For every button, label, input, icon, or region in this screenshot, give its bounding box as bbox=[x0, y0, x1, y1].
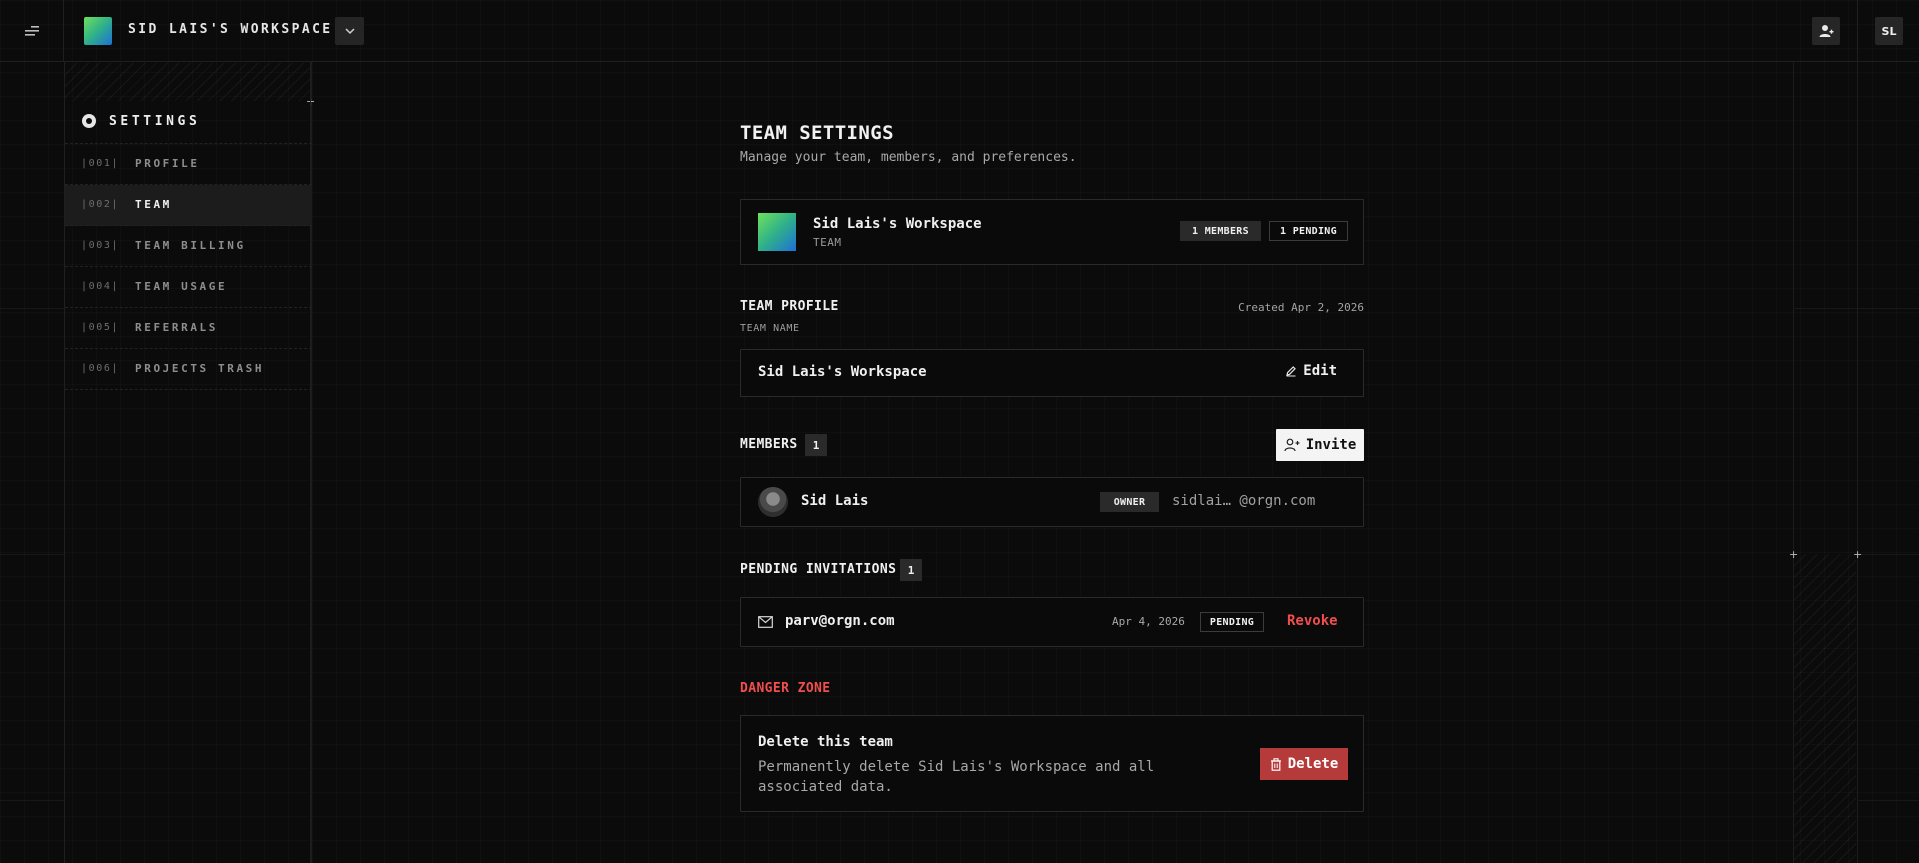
delete-team-card: Delete this team Permanently delete Sid … bbox=[740, 715, 1364, 812]
sidebar-item-number: |001| bbox=[81, 158, 120, 169]
workspace-card-name: Sid Lais's Workspace bbox=[813, 216, 982, 232]
sidebar-item-projects-trash[interactable]: |006| PROJECTS TRASH bbox=[65, 349, 312, 390]
sidebar-item-number: |003| bbox=[81, 240, 120, 251]
delete-label: Delete bbox=[1287, 756, 1339, 772]
menu-icon bbox=[24, 26, 39, 36]
workspace-logo bbox=[84, 17, 112, 45]
sidebar-item-number: |004| bbox=[81, 281, 120, 292]
pending-invitations-count: 1 bbox=[900, 559, 922, 581]
guide-line bbox=[1857, 62, 1858, 863]
guide-line bbox=[1857, 554, 1919, 555]
invite-member-button[interactable]: Invite bbox=[1276, 429, 1364, 461]
sidebar-item-label: TEAM bbox=[135, 198, 172, 211]
created-date: Created Apr 2, 2026 bbox=[1238, 301, 1364, 314]
user-plus-icon bbox=[1819, 25, 1834, 37]
workspace-logo bbox=[758, 213, 796, 251]
settings-sidebar: SETTINGS |001| PROFILE |002| TEAM |003| … bbox=[64, 62, 312, 863]
members-title: MEMBERS bbox=[740, 437, 798, 452]
member-row: Sid Lais OWNER sidlai… @orgn.com bbox=[740, 477, 1364, 527]
members-count: 1 bbox=[805, 434, 827, 456]
chevron-down-icon bbox=[344, 28, 355, 35]
sidebar-item-referrals[interactable]: |005| REFERRALS bbox=[65, 308, 312, 349]
team-name-value: Sid Lais's Workspace bbox=[758, 364, 927, 380]
divider bbox=[1857, 0, 1858, 62]
plus-marker-icon: + bbox=[1789, 548, 1799, 561]
invitation-row: parv@orgn.com Apr 4, 2026 PENDING Revoke bbox=[740, 597, 1364, 647]
sidebar-item-team-usage[interactable]: |004| TEAM USAGE bbox=[65, 267, 312, 308]
delete-team-description: Permanently delete Sid Lais's Workspace … bbox=[758, 759, 1155, 795]
sidebar-item-label: REFERRALS bbox=[135, 321, 219, 334]
top-bar: SID LAIS'S WORKSPACE SL bbox=[0, 0, 1919, 62]
invite-user-button[interactable] bbox=[1812, 17, 1840, 45]
guide-line bbox=[0, 800, 64, 801]
edit-team-name-button[interactable]: Edit bbox=[1285, 363, 1337, 379]
mail-icon bbox=[758, 616, 773, 628]
edit-label: Edit bbox=[1303, 363, 1337, 379]
user-plus-icon bbox=[1284, 438, 1300, 452]
revoke-invitation-button[interactable]: Revoke bbox=[1287, 613, 1338, 629]
invitation-email: parv@orgn.com bbox=[785, 613, 895, 629]
menu-button[interactable] bbox=[0, 0, 64, 62]
role-badge: OWNER bbox=[1100, 492, 1159, 512]
team-name-label: TEAM NAME bbox=[740, 323, 800, 334]
pending-invitations-title: PENDING INVITATIONS bbox=[740, 562, 897, 577]
danger-zone-title: DANGER ZONE bbox=[740, 681, 831, 696]
invitation-status-badge: PENDING bbox=[1200, 612, 1264, 632]
trash-icon bbox=[1270, 757, 1281, 771]
invite-label: Invite bbox=[1305, 437, 1357, 453]
page-title: TEAM SETTINGS bbox=[740, 122, 894, 144]
member-email: sidlai… @orgn.com bbox=[1172, 493, 1316, 509]
plus-marker-icon: + bbox=[1853, 548, 1863, 561]
sidebar-item-label: PROJECTS TRASH bbox=[135, 362, 265, 375]
sidebar-item-profile[interactable]: |001| PROFILE bbox=[65, 144, 312, 185]
guide-line bbox=[0, 308, 64, 309]
sidebar-item-label: PROFILE bbox=[135, 157, 200, 170]
team-name-field: Sid Lais's Workspace Edit bbox=[740, 349, 1364, 397]
workspace-name[interactable]: SID LAIS'S WORKSPACE bbox=[128, 22, 333, 37]
sidebar-item-number: |006| bbox=[81, 363, 120, 374]
delete-team-button[interactable]: Delete bbox=[1260, 748, 1348, 780]
workspace-card-type: TEAM bbox=[813, 236, 842, 249]
user-avatar[interactable]: SL bbox=[1875, 17, 1903, 45]
sidebar-item-label: TEAM USAGE bbox=[135, 280, 228, 293]
delete-team-title: Delete this team bbox=[758, 734, 893, 750]
workspace-card: Sid Lais's Workspace TEAM 1 MEMBERS 1 PE… bbox=[740, 199, 1364, 265]
sidebar-item-label: TEAM BILLING bbox=[135, 239, 246, 252]
team-profile-title: TEAM PROFILE bbox=[740, 299, 839, 314]
guide-line bbox=[0, 554, 64, 555]
invitation-date: Apr 4, 2026 bbox=[1112, 615, 1185, 628]
pencil-icon bbox=[1286, 366, 1297, 377]
sidebar-heading: SETTINGS bbox=[65, 102, 312, 144]
workspace-dropdown-button[interactable] bbox=[335, 17, 364, 45]
sidebar-heading-label: SETTINGS bbox=[109, 114, 201, 129]
members-count-badge: 1 MEMBERS bbox=[1180, 221, 1261, 241]
sidebar-item-number: |005| bbox=[81, 322, 120, 333]
pending-count-badge: 1 PENDING bbox=[1269, 221, 1348, 241]
hatch-pattern bbox=[1794, 554, 1856, 863]
member-name: Sid Lais bbox=[801, 493, 869, 509]
sidebar-item-team[interactable]: |002| TEAM bbox=[65, 185, 312, 226]
guide-line bbox=[1793, 308, 1919, 309]
settings-icon bbox=[82, 114, 96, 128]
guide-line bbox=[1857, 800, 1919, 801]
sidebar-item-number: |002| bbox=[81, 199, 120, 210]
page-subtitle: Manage your team, members, and preferenc… bbox=[740, 150, 1077, 165]
member-avatar bbox=[758, 487, 788, 517]
sidebar-item-team-billing[interactable]: |003| TEAM BILLING bbox=[65, 226, 312, 267]
